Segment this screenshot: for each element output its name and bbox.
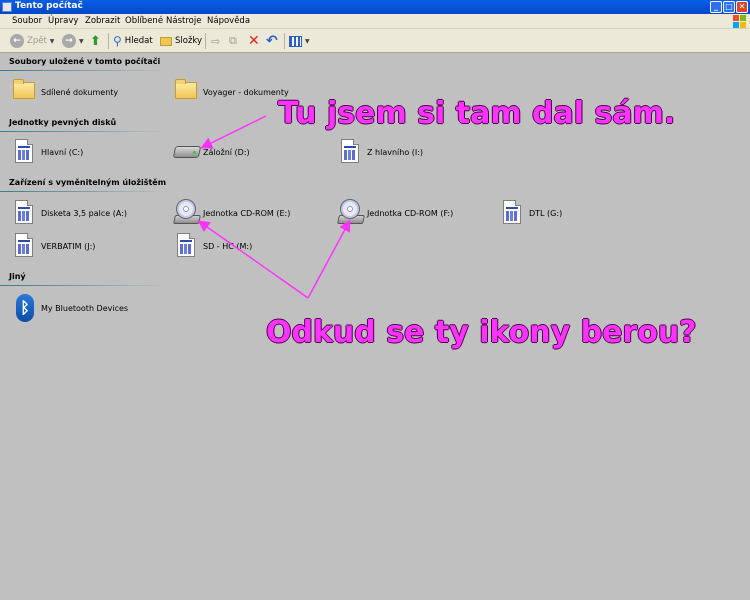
search-button[interactable]: ⚲ Hledat <box>113 32 153 50</box>
list-item[interactable]: ᛒ My Bluetooth Devices <box>12 291 128 325</box>
menu-tools[interactable]: Nástroje <box>166 16 201 26</box>
chevron-down-icon: ▼ <box>49 37 55 45</box>
search-icon: ⚲ <box>113 34 122 48</box>
minimize-button[interactable]: _ <box>710 1 722 13</box>
copy-to-button[interactable]: ⧉ <box>229 32 237 50</box>
menu-bar: Soubor Úpravy Zobrazit Oblíbené Nástroje… <box>0 14 750 29</box>
window-title: Tento počítač <box>15 1 83 11</box>
menu-edit[interactable]: Úpravy <box>48 16 78 26</box>
views-grid-icon <box>289 35 302 47</box>
item-label: Disketa 3,5 palce (A:) <box>41 208 128 218</box>
group-header-other: Jiný <box>0 272 168 286</box>
search-label: Hledat <box>124 36 153 46</box>
toolbar-separator <box>284 33 285 49</box>
item-label: Záložní (D:) <box>203 147 250 157</box>
item-label: Hlavní (C:) <box>41 147 84 157</box>
list-item[interactable]: Záložní (D:) <box>172 135 250 169</box>
item-label: Jednotka CD-ROM (E:) <box>203 208 291 218</box>
folders-label: Složky <box>175 36 203 46</box>
folders-button[interactable]: Složky <box>160 32 202 50</box>
list-item[interactable]: Z hlavního (I:) <box>338 135 423 169</box>
bluetooth-icon: ᛒ <box>12 293 38 323</box>
item-label: Sdílené dokumenty <box>41 87 119 97</box>
back-button[interactable]: ← Zpět ▼ <box>10 32 54 50</box>
drive-icon <box>12 231 38 261</box>
back-arrow-icon: ← <box>10 34 24 48</box>
copy-to-icon: ⧉ <box>229 34 237 47</box>
list-item[interactable]: DTL (G:) <box>500 196 562 230</box>
drive-icon <box>500 198 526 228</box>
item-label: VERBATIM (J:) <box>41 241 96 251</box>
folder-icon <box>174 77 200 107</box>
list-item[interactable]: SD - HC (M:) <box>174 229 252 263</box>
chevron-down-icon: ▼ <box>79 37 84 45</box>
folder-up-icon: ⬆ <box>90 33 101 49</box>
title-bar[interactable]: Tento počítač _ □ ✕ <box>0 0 750 14</box>
annotation-bottom: Odkud se ty ikony berou? <box>266 315 697 350</box>
item-label: DTL (G:) <box>529 208 563 218</box>
annotation-top: Tu jsem si tam dal sám. <box>278 96 676 131</box>
delete-button[interactable]: ✕ <box>248 32 260 50</box>
undo-button[interactable]: ↶ <box>266 32 278 50</box>
move-to-button[interactable]: ⇨ <box>211 32 220 50</box>
folder-icon <box>12 77 38 107</box>
close-button[interactable]: ✕ <box>736 1 748 13</box>
item-label: Jednotka CD-ROM (F:) <box>367 208 454 218</box>
forward-button[interactable]: → ▼ <box>62 32 84 50</box>
list-item[interactable]: Voyager - dokumenty <box>174 75 289 109</box>
list-item[interactable]: Disketa 3,5 palce (A:) <box>12 196 127 230</box>
item-label: My Bluetooth Devices <box>41 303 129 313</box>
cd-rom-icon <box>337 198 365 228</box>
item-label: SD - HC (M:) <box>203 241 253 251</box>
windows-logo-icon <box>733 15 746 28</box>
menu-file[interactable]: Soubor <box>12 16 42 26</box>
back-label: Zpět <box>27 36 47 46</box>
hard-disk-icon <box>172 137 202 167</box>
drive-icon <box>338 137 364 167</box>
maximize-button[interactable]: □ <box>723 1 735 13</box>
drive-icon <box>12 198 38 228</box>
up-button[interactable]: ⬆ <box>90 32 101 50</box>
list-item[interactable]: Jednotka CD-ROM (E:) <box>173 196 291 230</box>
toolbar-separator <box>108 33 109 49</box>
menu-favorites[interactable]: Oblíbené <box>125 16 163 26</box>
item-label: Voyager - dokumenty <box>203 87 289 97</box>
move-to-icon: ⇨ <box>211 34 221 48</box>
menu-help[interactable]: Nápověda <box>207 16 250 26</box>
list-item[interactable]: Hlavní (C:) <box>12 135 83 169</box>
toolbar-separator <box>205 33 206 49</box>
group-header-removable: Zařízení s vyměnitelným úložištěm <box>0 178 168 192</box>
list-item[interactable]: Sdílené dokumenty <box>12 75 118 109</box>
group-header-shared: Soubory uložené v tomto počítači <box>0 57 168 71</box>
list-item[interactable]: Jednotka CD-ROM (F:) <box>337 196 454 230</box>
chevron-down-icon: ▼ <box>305 37 310 45</box>
delete-x-icon: ✕ <box>248 33 260 49</box>
menu-view[interactable]: Zobrazit <box>85 16 120 26</box>
forward-arrow-icon: → <box>62 34 76 48</box>
list-item[interactable]: VERBATIM (J:) <box>12 229 95 263</box>
undo-icon: ↶ <box>266 33 278 49</box>
views-button[interactable]: ▼ <box>289 32 310 50</box>
toolbar: ← Zpět ▼ → ▼ ⬆ ⚲ Hledat Složky ⇨ ⧉ ✕ ↶ ▼ <box>0 29 750 53</box>
folder-icon <box>160 36 172 46</box>
drive-icon <box>12 137 38 167</box>
group-header-hdd: Jednotky pevných disků <box>0 118 168 132</box>
drive-icon <box>174 231 200 261</box>
item-label: Z hlavního (I:) <box>367 147 424 157</box>
cd-rom-icon <box>173 198 201 228</box>
computer-icon <box>2 2 12 12</box>
